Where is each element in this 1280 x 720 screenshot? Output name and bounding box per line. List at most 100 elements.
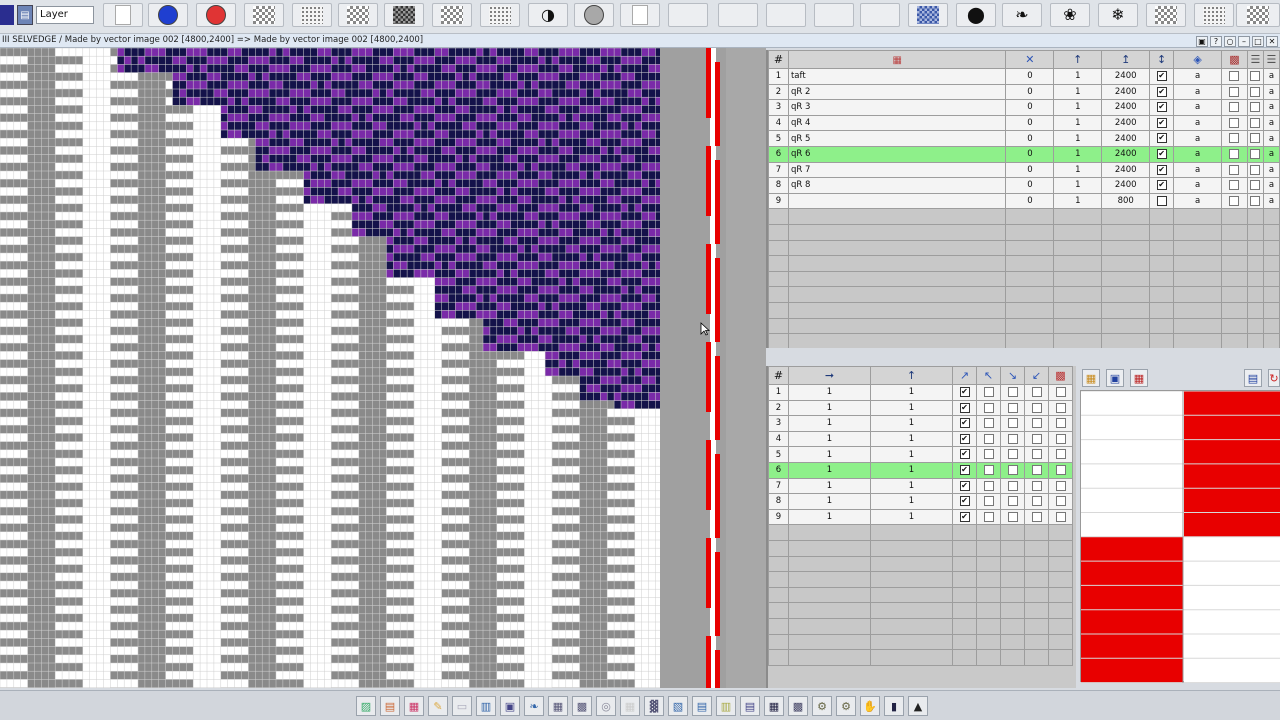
layer-label[interactable]: Layer (36, 6, 94, 24)
black-blob-icon[interactable]: ⬤ (956, 3, 996, 27)
weave-cell (234, 56, 242, 65)
pattern-grid-icon[interactable] (244, 3, 284, 27)
weave-cell (0, 97, 7, 106)
weave-cell (476, 220, 483, 229)
blank-page-icon[interactable] (103, 3, 143, 27)
weave-cell (400, 449, 408, 458)
restore-icon[interactable]: ▣ (1196, 35, 1208, 47)
weave-cell (144, 236, 152, 245)
weave-cell (558, 392, 566, 401)
weave-cell (48, 540, 56, 549)
weave-cell (117, 277, 125, 286)
weave-cell (386, 433, 394, 442)
layer-selector[interactable]: ▤ Layer (0, 3, 100, 27)
empty-slot-icon[interactable] (718, 3, 758, 27)
empty-slot-icon[interactable] (766, 3, 806, 27)
close-icon[interactable]: ✕ (1266, 35, 1278, 47)
weave-cell (372, 244, 380, 253)
weave-cell (565, 236, 573, 245)
weave-cell (255, 130, 263, 139)
empty-slot-icon[interactable] (860, 3, 900, 27)
weave-cell (379, 138, 387, 147)
snowflake-icon[interactable]: ❄ (1098, 3, 1138, 27)
pattern-dots-icon[interactable] (292, 3, 332, 27)
maximize-icon[interactable]: □ (1252, 35, 1264, 47)
weave-cell (572, 244, 580, 253)
weave-cell (34, 425, 42, 434)
pattern-blue-icon[interactable] (908, 3, 948, 27)
pattern-checker-icon[interactable] (1146, 3, 1186, 27)
weave-cell (372, 359, 380, 368)
weave-cell (372, 171, 380, 180)
weave-cell (469, 384, 477, 393)
help-icon[interactable]: ? (1210, 35, 1222, 47)
red-circle-icon[interactable] (196, 3, 236, 27)
weave-cell (558, 335, 566, 344)
weave-cell (586, 48, 594, 57)
weave-cell (34, 203, 42, 212)
pattern-fine-icon[interactable] (480, 3, 520, 27)
weave-cell (607, 236, 615, 245)
minimize-icon[interactable]: – (1238, 35, 1250, 47)
weave-cell (641, 179, 649, 188)
layer-switch-icon[interactable]: ▤ (17, 5, 33, 25)
weave-cell (351, 458, 359, 467)
weave-cell (289, 48, 297, 57)
pattern-swirl-icon[interactable]: ◑ (528, 3, 568, 27)
weave-cell (483, 64, 490, 73)
weave-cell (621, 244, 628, 253)
pattern-lace-icon[interactable] (1194, 3, 1234, 27)
weave-cell (538, 343, 546, 352)
weave-cell (144, 507, 152, 516)
weave-cell (414, 195, 421, 204)
weave-cell (558, 474, 566, 483)
weave-cell (572, 220, 580, 229)
weave-cell (600, 646, 608, 655)
weave-cell (144, 433, 152, 442)
pattern-ring-icon[interactable] (1236, 3, 1280, 27)
weave-cell (241, 359, 249, 368)
weave-cell (186, 318, 194, 327)
weave-cell (489, 253, 497, 262)
weave-cell (317, 171, 325, 180)
weave-cell (75, 121, 83, 130)
empty-slot-icon[interactable] (814, 3, 854, 27)
weave-cell (34, 531, 42, 540)
pin-icon[interactable]: ○ (1224, 35, 1236, 47)
butterfly-icon[interactable]: ❧ (1002, 3, 1042, 27)
weave-pattern-grid[interactable] (0, 48, 660, 688)
gray-circle-icon[interactable] (574, 3, 614, 27)
empty-slot-icon[interactable] (668, 3, 708, 27)
weave-cell (317, 179, 325, 188)
weave-canvas[interactable] (0, 48, 660, 688)
weave-cell (255, 56, 263, 65)
weave-cell (476, 581, 483, 590)
weave-cell (13, 589, 21, 598)
weave-cell (179, 72, 187, 81)
layer-stack-icon[interactable] (0, 5, 14, 25)
weave-cell (427, 64, 435, 73)
flower-icon[interactable]: ❀ (1050, 3, 1090, 27)
blank-swatch-icon[interactable] (620, 3, 660, 27)
weave-cell (48, 663, 56, 672)
weave-cell (558, 326, 566, 335)
weave-cell (138, 113, 145, 122)
weave-cell (151, 564, 159, 573)
weave-cell (227, 474, 235, 483)
weave-cell (117, 64, 125, 73)
weave-cell (282, 417, 290, 426)
weave-cell (358, 671, 366, 680)
blue-circle-icon[interactable] (148, 3, 188, 27)
pattern-weave-icon[interactable] (432, 3, 472, 27)
weave-cell (400, 335, 408, 344)
weave-cell (607, 89, 615, 98)
weave-cell (338, 605, 345, 614)
weave-cell (448, 228, 456, 237)
pattern-lattice-icon[interactable] (338, 3, 378, 27)
weave-cell (386, 113, 394, 122)
weave-cell (572, 121, 580, 130)
weave-cell (345, 359, 352, 368)
weave-cell (400, 203, 408, 212)
pattern-dark-icon[interactable] (384, 3, 424, 27)
weave-cell (372, 130, 380, 139)
